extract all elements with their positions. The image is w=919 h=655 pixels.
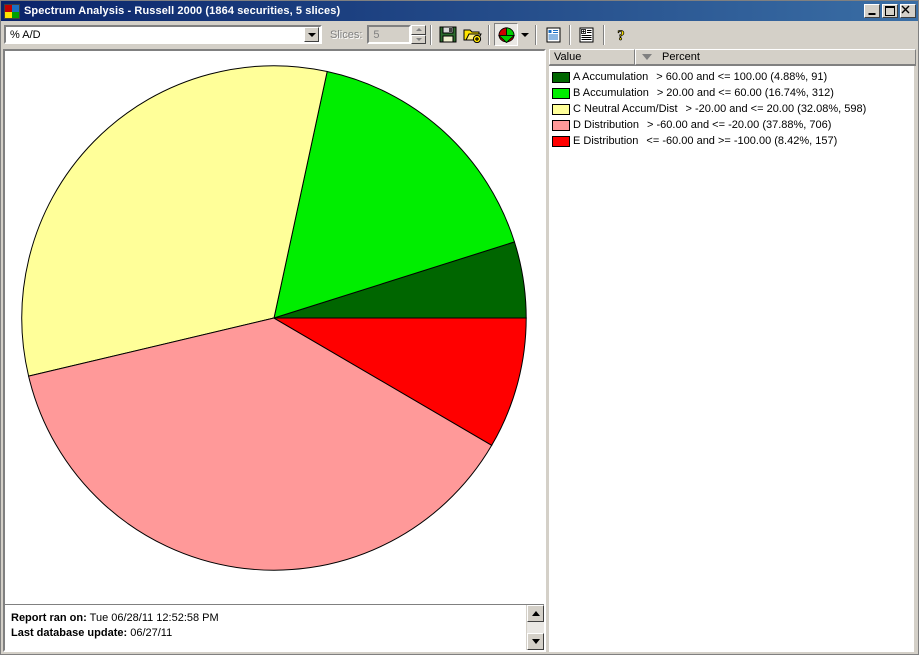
content-area: Report ran on: Tue 06/28/11 12:52:58 PM … xyxy=(1,49,918,654)
last-update-label: Last database update: xyxy=(11,627,128,639)
legend-color-swatch xyxy=(552,103,570,115)
floppy-disk-icon xyxy=(439,26,457,43)
legend-row-range: > 20.00 and <= 60.00 (16.74%, 312) xyxy=(656,87,834,99)
report-footer: Report ran on: Tue 06/28/11 12:52:58 PM … xyxy=(5,604,544,650)
svg-text:?: ? xyxy=(618,28,626,43)
question-mark-icon: ? xyxy=(617,28,626,43)
legend-row[interactable]: D Distribution > -60.00 and <= -20.00 (37… xyxy=(549,117,916,133)
slices-decrement-button[interactable] xyxy=(411,34,427,44)
legend-row[interactable]: E Distribution <= -60.00 and >= -100.00 (… xyxy=(549,133,916,149)
toolbar-separator xyxy=(430,24,433,45)
pie-chart-area xyxy=(5,51,544,604)
legend-row[interactable]: B Accumulation > 20.00 and <= 60.00 (16.7… xyxy=(549,85,916,101)
legend-row[interactable]: A Accumulation > 60.00 and <= 100.00 (4.8… xyxy=(549,69,916,85)
report-ran-value: Tue 06/28/11 12:52:58 PM xyxy=(89,612,219,624)
open-add-button[interactable] xyxy=(460,23,484,46)
open-folder-plus-icon xyxy=(463,29,482,43)
legend-list: A Accumulation > 60.00 and <= 100.00 (4.8… xyxy=(549,66,916,652)
legend-color-swatch xyxy=(552,87,570,99)
legend-color-swatch xyxy=(552,119,570,131)
legend-column-percent-label: Percent xyxy=(662,51,700,63)
report-view-button[interactable] xyxy=(541,23,565,46)
vertical-scrollbar[interactable] xyxy=(526,605,544,650)
last-update-value: 06/27/11 xyxy=(130,627,173,639)
legend-row-range: > 60.00 and <= 100.00 (4.88%, 91) xyxy=(656,71,828,83)
save-button[interactable] xyxy=(436,23,460,46)
list-report-icon xyxy=(546,27,561,42)
window-controls xyxy=(864,4,916,18)
close-icon xyxy=(901,5,910,14)
legend-row[interactable]: C Neutral Accum/Dist > -20.00 and <= 20.0… xyxy=(549,101,916,117)
legend-pane-edge xyxy=(914,66,916,652)
pie-chart-view-button[interactable] xyxy=(494,23,519,46)
legend-row-range: <= -60.00 and >= -100.00 (8.42%, 157) xyxy=(646,135,838,147)
slices-stepper[interactable]: 5 xyxy=(367,25,427,44)
legend-pane: Value Percent A Accumulation > 60.00 and … xyxy=(548,49,916,652)
report-ran-label: Report ran on: xyxy=(11,612,87,624)
pie-chart[interactable] xyxy=(5,51,544,604)
legend-row-name: E Distribution xyxy=(573,135,639,147)
window-title: Spectrum Analysis - Russell 2000 (1864 s… xyxy=(24,5,341,17)
slices-value[interactable]: 5 xyxy=(367,25,412,44)
legend-color-swatch xyxy=(552,135,570,147)
close-button[interactable] xyxy=(900,4,916,18)
maximize-button[interactable] xyxy=(882,4,898,18)
sort-descending-icon xyxy=(642,54,652,60)
chevron-down-icon[interactable] xyxy=(304,27,319,42)
title-bar: Spectrum Analysis - Russell 2000 (1864 s… xyxy=(1,1,918,21)
slices-label: Slices: xyxy=(330,28,363,41)
legend-row-range: > -60.00 and <= -20.00 (37.88%, 706) xyxy=(647,119,832,131)
slices-increment-button[interactable] xyxy=(411,25,427,35)
legend-color-swatch xyxy=(552,71,570,83)
legend-header: Value Percent xyxy=(549,49,916,66)
indicator-select-value: % A/D xyxy=(10,28,41,41)
add-report-button[interactable] xyxy=(575,23,599,46)
scroll-up-button[interactable] xyxy=(527,605,544,622)
toolbar-separator xyxy=(603,24,606,45)
toolbar-separator xyxy=(488,24,491,45)
help-button[interactable]: ? xyxy=(609,23,633,46)
scroll-down-button[interactable] xyxy=(527,633,544,650)
legend-row-name: B Accumulation xyxy=(573,87,649,99)
list-plus-icon xyxy=(579,27,594,42)
legend-row-name: C Neutral Accum/Dist xyxy=(573,103,678,115)
spectrum-analysis-window: Spectrum Analysis - Russell 2000 (1864 s… xyxy=(0,0,919,655)
last-update-line: Last database update: 06/27/11 xyxy=(11,626,544,641)
legend-column-value[interactable]: Value xyxy=(549,49,635,65)
chart-pane: Report ran on: Tue 06/28/11 12:52:58 PM … xyxy=(3,49,546,652)
toolbar-separator xyxy=(569,24,572,45)
legend-row-name: D Distribution xyxy=(573,119,640,131)
legend-row-name: A Accumulation xyxy=(573,71,649,83)
toolbar-separator xyxy=(535,24,538,45)
minimize-button[interactable] xyxy=(864,4,880,18)
toolbar: % A/D Slices: 5 ? xyxy=(1,21,918,49)
legend-row-range: > -20.00 and <= 20.00 (32.08%, 598) xyxy=(685,103,867,115)
report-ran-line: Report ran on: Tue 06/28/11 12:52:58 PM xyxy=(11,611,544,626)
legend-column-percent[interactable]: Percent xyxy=(635,49,916,65)
pie-chart-app-icon xyxy=(4,3,20,19)
pie-chart-icon xyxy=(497,26,515,43)
chart-type-dropdown-button[interactable] xyxy=(518,23,531,46)
indicator-select[interactable]: % A/D xyxy=(4,25,322,44)
